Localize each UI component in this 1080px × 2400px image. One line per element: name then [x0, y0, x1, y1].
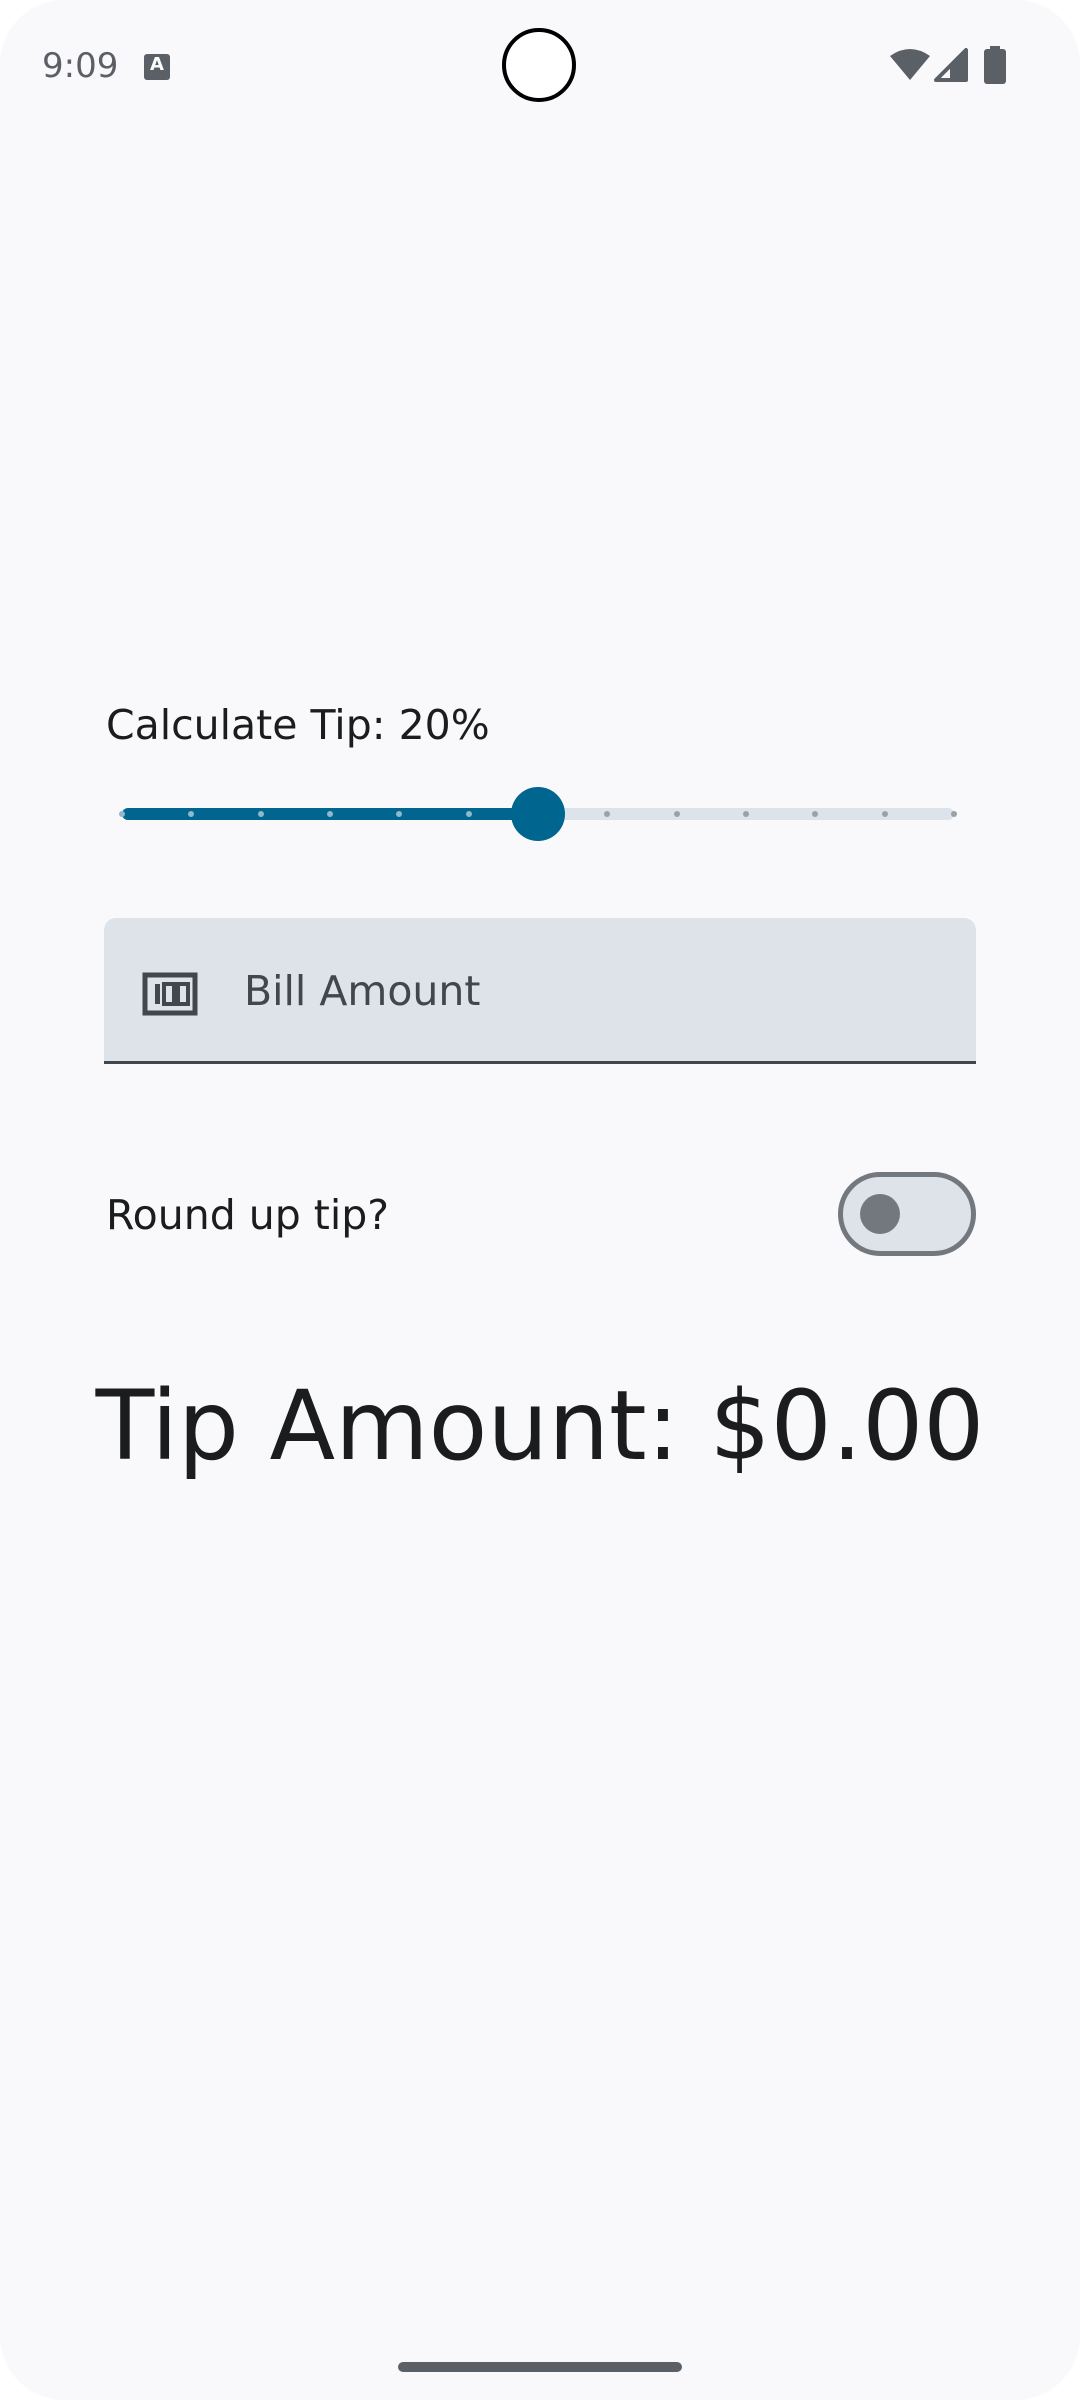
screen: 9:09 A Calculate Tip: 20% Bill Amount Ro… — [0, 0, 1080, 2400]
tip-amount-result: Tip Amount: $0.00 — [95, 1370, 985, 1482]
slider-tick — [881, 811, 888, 817]
switch-knob — [860, 1194, 900, 1234]
bill-amount-placeholder: Bill Amount — [244, 967, 481, 1015]
wifi-icon — [890, 49, 930, 80]
tip-percent-label: Calculate Tip: 20% — [106, 701, 490, 749]
camera-cutout — [502, 28, 576, 102]
slider-tick — [327, 811, 333, 817]
slider-thumb[interactable] — [511, 787, 565, 841]
slider-tick — [119, 811, 125, 817]
round-up-switch[interactable] — [838, 1172, 976, 1256]
slider-tick — [465, 811, 472, 817]
slider-tick — [257, 811, 264, 817]
notification-a-icon: A — [144, 54, 170, 80]
money-icon — [142, 972, 198, 1016]
status-time: 9:09 — [42, 46, 119, 86]
slider-tick — [951, 811, 957, 817]
battery-icon — [984, 46, 1006, 84]
cellular-signal-icon — [934, 48, 968, 82]
slider-tick — [673, 811, 680, 817]
tip-percent-slider[interactable] — [119, 784, 957, 844]
slider-tick — [743, 811, 749, 817]
gesture-navigation-bar[interactable] — [398, 2362, 682, 2372]
round-up-label: Round up tip? — [106, 1191, 390, 1239]
bill-amount-field[interactable]: Bill Amount — [104, 918, 976, 1064]
